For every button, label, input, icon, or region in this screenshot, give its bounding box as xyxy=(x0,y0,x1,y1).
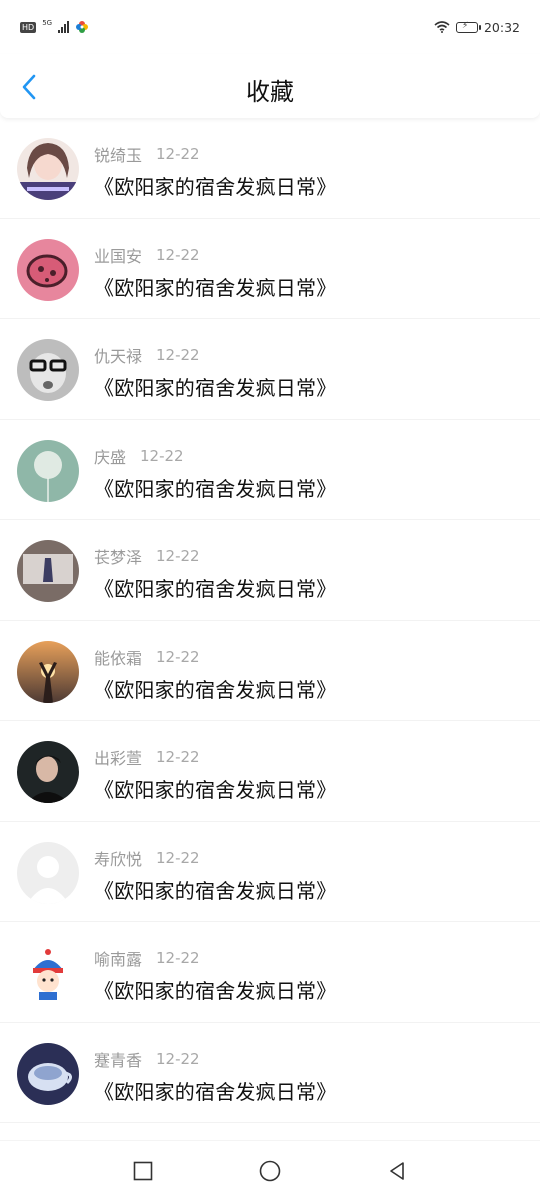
avatar xyxy=(17,439,79,502)
avatar xyxy=(17,640,79,703)
avatar xyxy=(17,138,79,200)
page-title: 收藏 xyxy=(246,78,294,106)
status-bar: HD 5G ⚡ 20:32 xyxy=(0,0,540,54)
avatar xyxy=(17,942,79,1004)
item-meta: 仇天禄 12-22 xyxy=(94,343,200,367)
avatar xyxy=(17,540,79,602)
item-date: 12-22 xyxy=(156,245,200,264)
list-item[interactable]: 业国安 12-22 《欧阳家的宿舍发疯日常》 xyxy=(0,219,540,319)
back-nav-button[interactable] xyxy=(382,1156,412,1186)
item-title: 《欧阳家的宿舍发疯日常》 xyxy=(94,175,337,199)
list-item[interactable]: 能依霜 12-22 《欧阳家的宿舍发疯日常》 xyxy=(0,621,540,721)
item-title: 《欧阳家的宿舍发疯日常》 xyxy=(94,476,337,501)
hd-badge: HD xyxy=(20,21,37,33)
item-title: 《欧阳家的宿舍发疯日常》 xyxy=(94,376,337,400)
item-date: 12-22 xyxy=(156,145,200,163)
list-item[interactable]: 苌梦泽 12-22 《欧阳家的宿舍发疯日常》 xyxy=(0,520,540,621)
item-title: 《欧阳家的宿舍发疯日常》 xyxy=(94,878,337,903)
item-date: 12-22 xyxy=(156,949,200,967)
signal-icon xyxy=(58,21,70,33)
item-date: 12-22 xyxy=(156,848,200,867)
list-item[interactable]: 蹇青香 12-22 《欧阳家的宿舍发疯日常》 xyxy=(0,1023,540,1123)
item-date: 12-22 xyxy=(156,346,200,364)
battery-icon: ⚡ xyxy=(455,21,481,33)
avatar xyxy=(17,1042,79,1105)
author-name: 蹇青香 xyxy=(94,1050,143,1070)
item-date: 12-22 xyxy=(156,748,200,766)
item-meta: 寿欣悦 12-22 xyxy=(94,846,200,870)
item-title: 《欧阳家的宿舍发疯日常》 xyxy=(94,1079,337,1104)
author-name: 寿欣悦 xyxy=(94,849,143,869)
item-title: 《欧阳家的宿舍发疯日常》 xyxy=(94,677,337,702)
author-name: 锐绮玉 xyxy=(94,146,143,165)
system-nav-bar xyxy=(0,1140,540,1200)
list-item[interactable]: 仇天禄 12-22 《欧阳家的宿舍发疯日常》 xyxy=(0,319,540,420)
item-date: 12-22 xyxy=(156,1049,200,1068)
triangle-back-icon xyxy=(389,1161,404,1180)
item-meta: 能依霜 12-22 xyxy=(94,645,200,669)
item-date: 12-22 xyxy=(156,647,200,666)
pinwheel-app-icon xyxy=(76,21,89,33)
wifi-icon xyxy=(434,21,450,33)
status-left: HD 5G xyxy=(20,20,89,34)
author-name: 苌梦泽 xyxy=(94,548,143,567)
author-name: 业国安 xyxy=(94,246,143,266)
list-item[interactable]: 出彩萱 12-22 《欧阳家的宿舍发疯日常》 xyxy=(0,721,540,822)
favorites-list: 锐绮玉 12-22 《欧阳家的宿舍发疯日常》 业国安 12-22 《欧阳家的宿舍… xyxy=(0,118,540,1123)
item-date: 12-22 xyxy=(156,547,200,565)
item-title: 《欧阳家的宿舍发疯日常》 xyxy=(94,979,337,1003)
avatar xyxy=(17,841,79,904)
square-recents-icon xyxy=(134,1161,153,1180)
item-title: 《欧阳家的宿舍发疯日常》 xyxy=(94,275,337,300)
avatar xyxy=(17,339,79,401)
item-meta: 喻南露 12-22 xyxy=(94,946,200,970)
list-item[interactable]: 寿欣悦 12-22 《欧阳家的宿舍发疯日常》 xyxy=(0,822,540,922)
author-name: 仇天禄 xyxy=(94,347,143,366)
item-meta: 出彩萱 12-22 xyxy=(94,745,200,769)
author-name: 喻南露 xyxy=(94,950,143,969)
item-meta: 锐绮玉 12-22 xyxy=(94,142,200,166)
item-title: 《欧阳家的宿舍发疯日常》 xyxy=(94,577,337,601)
item-meta: 苌梦泽 12-22 xyxy=(94,544,200,568)
author-name: 能依霜 xyxy=(94,648,143,668)
network-type: 5G xyxy=(42,19,53,27)
item-meta: 庆盛 12-22 xyxy=(94,444,184,468)
circle-home-icon xyxy=(259,1160,281,1181)
list-item[interactable]: 喻南露 12-22 《欧阳家的宿舍发疯日常》 xyxy=(0,922,540,1023)
item-title: 《欧阳家的宿舍发疯日常》 xyxy=(94,778,337,802)
home-button[interactable] xyxy=(255,1156,285,1186)
recents-button[interactable] xyxy=(128,1156,158,1186)
author-name: 庆盛 xyxy=(94,447,127,467)
item-date: 12-22 xyxy=(140,446,184,465)
status-time: 20:32 xyxy=(483,19,520,35)
item-meta: 业国安 12-22 xyxy=(94,243,200,267)
item-meta: 蹇青香 12-22 xyxy=(94,1047,200,1071)
list-item[interactable]: 锐绮玉 12-22 《欧阳家的宿舍发疯日常》 xyxy=(0,118,540,219)
list-item[interactable]: 庆盛 12-22 《欧阳家的宿舍发疯日常》 xyxy=(0,420,540,520)
status-right: ⚡ 20:32 xyxy=(434,20,520,35)
author-name: 出彩萱 xyxy=(94,749,143,768)
avatar xyxy=(17,238,79,301)
avatar xyxy=(17,741,79,803)
app-header: 收藏 xyxy=(0,54,540,118)
